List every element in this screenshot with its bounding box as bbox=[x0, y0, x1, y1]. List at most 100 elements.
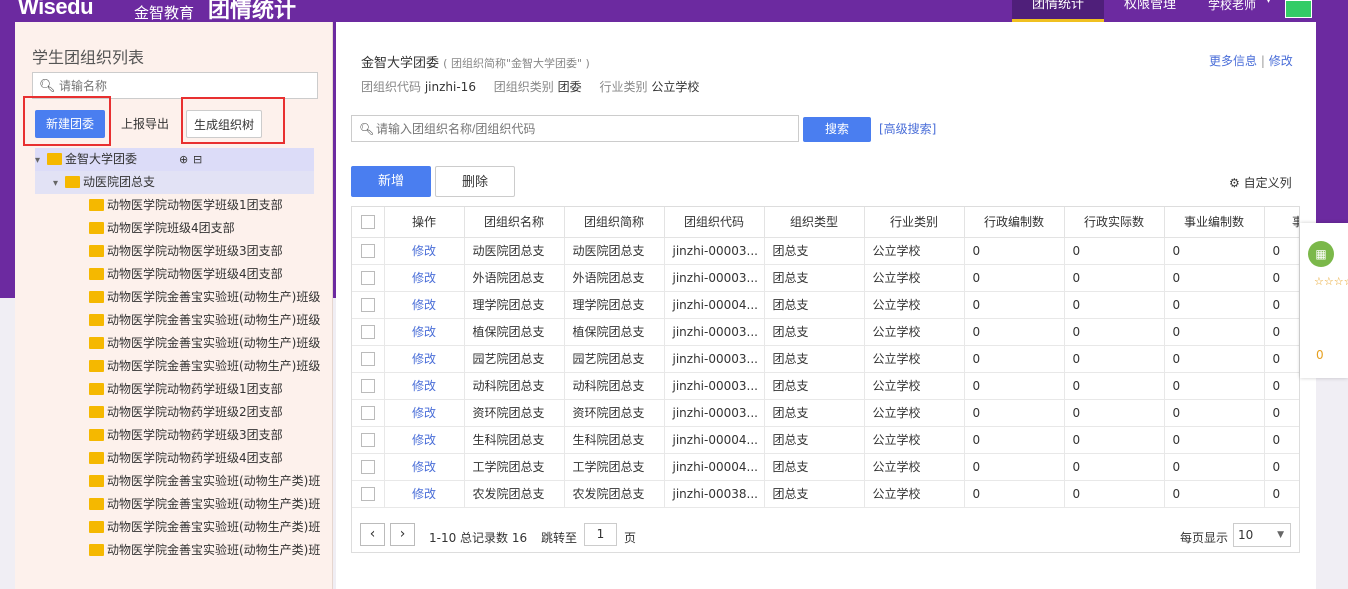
column-header[interactable]: 行业类别 bbox=[864, 207, 965, 238]
edit-row-link[interactable]: 修改 bbox=[412, 460, 436, 474]
table-cell: 0 bbox=[964, 453, 1065, 481]
org-name-search: 🔍︎ bbox=[32, 72, 318, 99]
column-header[interactable]: 行政实际数 bbox=[1064, 207, 1165, 238]
table-cell: 公立学校 bbox=[864, 264, 965, 292]
table-row[interactable]: 修改 外语院团总支 外语院团总支 jinzhi-00003... 团总支 公立学校 0 0 0 0 bbox=[352, 264, 1299, 292]
tree-node-leaf[interactable]: 动物医学院动物医学班级1团支部 bbox=[35, 194, 335, 217]
tree-node-leaf[interactable]: 动物医学院金善宝实验班(动物生产类)班 bbox=[35, 516, 335, 539]
column-header[interactable]: 团组织简称 bbox=[564, 207, 665, 238]
search-input[interactable] bbox=[59, 77, 309, 95]
tree-node-leaf[interactable]: 动物医学院动物医学班级3团支部 bbox=[35, 240, 335, 263]
delete-button[interactable]: 删除 bbox=[435, 166, 515, 197]
row-checkbox[interactable] bbox=[360, 432, 375, 447]
edit-row-link[interactable]: 修改 bbox=[412, 271, 436, 285]
tab-league-stats[interactable]: 团情统计 bbox=[1012, 0, 1104, 22]
row-checkbox[interactable] bbox=[360, 459, 375, 474]
table-row[interactable]: 修改 工学院团总支 工学院团总支 jinzhi-00004... 团总支 公立学校 0 0 0 0 bbox=[352, 453, 1299, 481]
add-button[interactable]: 新增 bbox=[351, 166, 431, 197]
column-header[interactable]: 组织类型 bbox=[764, 207, 865, 238]
row-checkbox[interactable] bbox=[360, 378, 375, 393]
edit-row-link[interactable]: 修改 bbox=[412, 244, 436, 258]
add-node-icon[interactable]: ⊕ bbox=[179, 148, 188, 171]
tree-node-leaf[interactable]: 动物医学院金善宝实验班(动物生产)班级 bbox=[35, 355, 335, 378]
star-rating[interactable]: ☆☆☆☆☆ bbox=[1314, 275, 1348, 288]
table-row[interactable]: 修改 植保院团总支 植保院团总支 jinzhi-00003... 团总支 公立学校 0 0 0 0 bbox=[352, 318, 1299, 346]
chevron-down-icon: ▼ bbox=[1277, 530, 1284, 540]
row-checkbox[interactable] bbox=[360, 270, 375, 285]
app-widget-icon[interactable]: ▦ bbox=[1308, 241, 1334, 267]
more-info-link[interactable]: 更多信息 bbox=[1209, 54, 1257, 68]
tree-node-leaf[interactable]: 动物医学院动物药学班级3团支部 bbox=[35, 424, 335, 447]
table-row[interactable]: 修改 动医院团总支 动医院团总支 jinzhi-00003... 团总支 公立学校 0 0 0 0 bbox=[352, 237, 1299, 265]
tree-node-leaf[interactable]: 动物医学院动物医学班级4团支部 bbox=[35, 263, 335, 286]
table-row[interactable]: 修改 资环院团总支 资环院团总支 jinzhi-00003... 团总支 公立学校 0 0 0 0 bbox=[352, 399, 1299, 427]
search-icon: 🔍︎ bbox=[359, 122, 375, 136]
table-cell: jinzhi-00003... bbox=[664, 264, 765, 292]
table-row[interactable]: 修改 理学院团总支 理学院团总支 jinzhi-00004... 团总支 公立学校 0 0 0 0 bbox=[352, 291, 1299, 319]
edit-row-link[interactable]: 修改 bbox=[412, 352, 436, 366]
tree-node-branch[interactable]: ▾ 动医院团总支 bbox=[35, 171, 314, 194]
search-input[interactable] bbox=[376, 120, 786, 138]
tree-node-leaf[interactable]: 动物医学院金善宝实验班(动物生产类)班 bbox=[35, 539, 335, 562]
edit-row-link[interactable]: 修改 bbox=[412, 433, 436, 447]
tree-node-leaf[interactable]: 动物医学院金善宝实验班(动物生产)班级 bbox=[35, 332, 335, 355]
customize-columns-button[interactable]: ⚙ 自定义列 bbox=[1229, 174, 1292, 191]
prev-page-button[interactable]: ‹ bbox=[360, 523, 385, 546]
tree-node-leaf[interactable]: 动物医学院金善宝实验班(动物生产)班级 bbox=[35, 286, 335, 309]
tree-node-label: 动物医学院金善宝实验班(动物生产类)班 bbox=[107, 543, 321, 557]
tree-node-label: 金智大学团委 bbox=[65, 152, 138, 166]
next-page-button[interactable]: › bbox=[390, 523, 415, 546]
edit-link[interactable]: 修改 bbox=[1269, 54, 1293, 68]
remove-node-icon[interactable]: ⊟ bbox=[193, 148, 202, 171]
tree-node-leaf[interactable]: 动物医学院金善宝实验班(动物生产类)班 bbox=[35, 493, 335, 516]
chevron-down-icon[interactable]: ▾ bbox=[35, 149, 47, 172]
edit-row-link[interactable]: 修改 bbox=[412, 298, 436, 312]
column-header[interactable]: 团组织名称 bbox=[464, 207, 565, 238]
table-cell: 0 bbox=[1164, 345, 1265, 373]
app-title: 团情统计 bbox=[208, 0, 297, 23]
tree-node-leaf[interactable]: 动物医学院动物药学班级1团支部 bbox=[35, 378, 335, 401]
report-export-button[interactable]: 上报导出 bbox=[115, 110, 175, 138]
edit-row-link[interactable]: 修改 bbox=[412, 325, 436, 339]
tree-node-leaf[interactable]: 动物医学院动物药学班级4团支部 bbox=[35, 447, 335, 470]
tree-node-leaf[interactable]: 动物医学院金善宝实验班(动物生产类)班 bbox=[35, 470, 335, 493]
table-row[interactable]: 修改 生科院团总支 生科院团总支 jinzhi-00004... 团总支 公立学校 0 0 0 0 bbox=[352, 426, 1299, 454]
avatar[interactable] bbox=[1285, 0, 1312, 18]
org-search: 🔍︎ bbox=[351, 115, 799, 142]
edit-row-link[interactable]: 修改 bbox=[412, 379, 436, 393]
row-checkbox[interactable] bbox=[360, 297, 375, 312]
page-number-input[interactable]: 1 bbox=[584, 523, 617, 546]
table-cell: 工学院团总支 bbox=[564, 453, 665, 481]
row-checkbox[interactable] bbox=[360, 486, 375, 501]
column-header[interactable]: 事业编制数 bbox=[1164, 207, 1265, 238]
table-row[interactable]: 修改 农发院团总支 农发院团总支 jinzhi-00038... 团总支 公立学校 0 0 0 0 bbox=[352, 480, 1299, 508]
tree-node-leaf[interactable]: 动物医学院班级4团支部 bbox=[35, 217, 335, 240]
chevron-down-icon[interactable]: ▾ bbox=[53, 172, 65, 195]
table-cell: 公立学校 bbox=[864, 426, 965, 454]
table-cell: 理学院团总支 bbox=[564, 291, 665, 319]
column-header[interactable]: 团组织代码 bbox=[664, 207, 765, 238]
table-row[interactable]: 修改 动科院团总支 动科院团总支 jinzhi-00003... 团总支 公立学校 0 0 0 0 bbox=[352, 372, 1299, 400]
table-cell: 0 bbox=[1264, 291, 1299, 319]
row-checkbox[interactable] bbox=[360, 324, 375, 339]
column-header[interactable]: 操作 bbox=[384, 207, 465, 238]
per-page-select[interactable]: 10 ▼ bbox=[1233, 523, 1291, 547]
table-cell: 公立学校 bbox=[864, 480, 965, 508]
table-cell: 动科院团总支 bbox=[564, 372, 665, 400]
table-row[interactable]: 修改 园艺院团总支 园艺院团总支 jinzhi-00003... 团总支 公立学校 0 0 0 0 bbox=[352, 345, 1299, 373]
column-header[interactable]: 行政编制数 bbox=[964, 207, 1065, 238]
tree-node-leaf[interactable]: 动物医学院金善宝实验班(动物生产)班级 bbox=[35, 309, 335, 332]
edit-row-link[interactable]: 修改 bbox=[412, 487, 436, 501]
advanced-search-link[interactable]: [高级搜索] bbox=[879, 120, 936, 137]
tree-node-leaf[interactable]: 动物医学院动物药学班级2团支部 bbox=[35, 401, 335, 424]
row-checkbox[interactable] bbox=[360, 351, 375, 366]
search-button[interactable]: 搜索 bbox=[803, 117, 871, 142]
table-cell: 团总支 bbox=[764, 426, 865, 454]
tree-node-root[interactable]: ▾ 金智大学团委 ⊕ ⊟ bbox=[35, 148, 314, 171]
row-checkbox[interactable] bbox=[360, 405, 375, 420]
row-checkbox[interactable] bbox=[360, 243, 375, 258]
column-header[interactable]: 事 bbox=[1264, 207, 1299, 238]
tab-permission-management[interactable]: 权限管理 bbox=[1104, 0, 1196, 22]
edit-row-link[interactable]: 修改 bbox=[412, 406, 436, 420]
select-all-checkbox[interactable] bbox=[360, 215, 375, 229]
